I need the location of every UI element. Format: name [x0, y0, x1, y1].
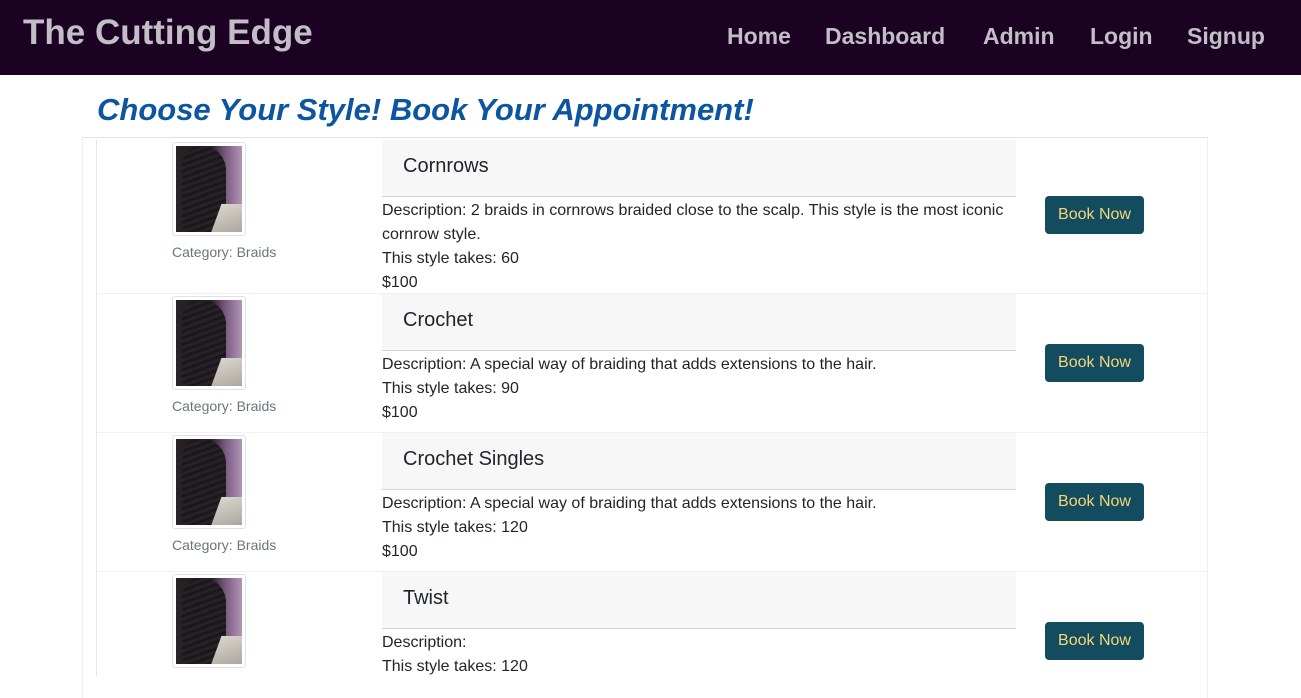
- book-now-button[interactable]: Book Now: [1045, 344, 1144, 382]
- style-duration: This style takes: 120: [382, 658, 528, 675]
- style-description-line: cornrow style.: [382, 226, 481, 243]
- page-heading: Choose Your Style! Book Your Appointment…: [97, 92, 754, 127]
- style-price: $100: [382, 274, 418, 291]
- style-row-cornrows: Category: Braids Cornrows Description: 2…: [96, 140, 1207, 294]
- style-row-crochet: Category: Braids Crochet Description: A …: [96, 294, 1207, 433]
- style-duration: This style takes: 60: [382, 250, 519, 267]
- book-now-button[interactable]: Book Now: [1045, 196, 1144, 234]
- book-now-button[interactable]: Book Now: [1045, 483, 1144, 521]
- style-category: Category: Braids: [172, 244, 277, 260]
- style-title-header: Crochet: [382, 294, 1016, 351]
- style-title-header: Twist: [382, 572, 1016, 629]
- nav-home-link[interactable]: Home: [727, 20, 791, 52]
- style-description-line: Description: 2 braids in cornrows braide…: [382, 202, 1004, 219]
- braids-photo: [176, 146, 242, 232]
- style-thumbnail: [172, 574, 246, 668]
- braids-photo: [176, 439, 242, 525]
- style-thumbnail: [172, 296, 246, 390]
- style-title-header: Crochet Singles: [382, 433, 1016, 490]
- style-details: Description: A special way of braiding t…: [382, 353, 1022, 425]
- style-category: Category: Braids: [172, 398, 277, 414]
- style-description-line: Description: A special way of braiding t…: [382, 356, 877, 373]
- braids-photo: [176, 578, 242, 664]
- style-name: Crochet Singles: [403, 448, 545, 470]
- style-price: $100: [382, 543, 418, 560]
- style-details: Description: This style takes: 120: [382, 631, 1022, 679]
- style-row-twist: Twist Description: This style takes: 120…: [96, 572, 1207, 676]
- style-duration: This style takes: 120: [382, 519, 528, 536]
- brand-title[interactable]: The Cutting Edge: [23, 11, 313, 55]
- style-category: Category: Braids: [172, 537, 277, 553]
- nav-admin-link[interactable]: Admin: [983, 20, 1055, 52]
- style-name: Cornrows: [403, 155, 489, 177]
- style-details: Description: A special way of braiding t…: [382, 492, 1022, 564]
- style-duration: This style takes: 90: [382, 380, 519, 397]
- braids-photo: [176, 300, 242, 386]
- style-description-line: Description: A special way of braiding t…: [382, 495, 877, 512]
- style-description-line: Description:: [382, 634, 467, 651]
- nav-signup-link[interactable]: Signup: [1187, 20, 1265, 52]
- nav-dashboard-link[interactable]: Dashboard: [825, 20, 945, 52]
- style-title-header: Cornrows: [382, 140, 1016, 197]
- style-thumbnail: [172, 435, 246, 529]
- navbar: The Cutting Edge Home Dashboard Admin Lo…: [0, 0, 1301, 75]
- nav-login-link[interactable]: Login: [1090, 20, 1153, 52]
- style-name: Twist: [403, 587, 449, 609]
- book-now-button[interactable]: Book Now: [1045, 622, 1144, 660]
- style-thumbnail: [172, 142, 246, 236]
- style-price: $100: [382, 404, 418, 421]
- style-row-crochet-singles: Category: Braids Crochet Singles Descrip…: [96, 433, 1207, 572]
- style-name: Crochet: [403, 309, 474, 331]
- style-details: Description: 2 braids in cornrows braide…: [382, 199, 1022, 295]
